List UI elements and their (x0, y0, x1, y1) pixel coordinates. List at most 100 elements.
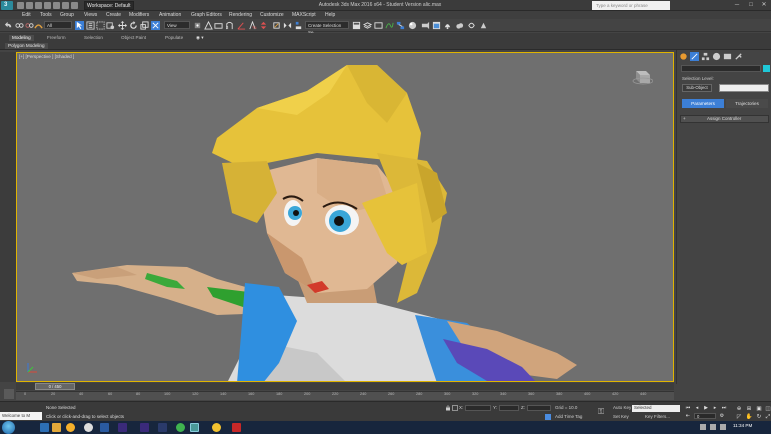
display-tab-icon[interactable] (723, 52, 732, 61)
menu-edit[interactable]: Edit (22, 11, 31, 19)
menu-views[interactable]: Views (84, 11, 97, 19)
viewport-label[interactable]: [+] [Perspective ] [Shaded ] (19, 54, 74, 59)
menu-modifiers[interactable]: Modifiers (129, 11, 149, 19)
parameters-button[interactable]: Parameters (682, 99, 724, 108)
menu-rendering[interactable]: Rendering (229, 11, 252, 19)
reference-coordinate-dropdown[interactable]: View (164, 21, 190, 29)
trajectories-button[interactable]: Trajectories (726, 99, 768, 108)
render-iterative-icon[interactable] (467, 21, 476, 30)
taskbar-app-icon[interactable] (100, 423, 109, 432)
object-color-swatch[interactable] (763, 65, 770, 72)
menu-group[interactable]: Group (60, 11, 74, 19)
menu-tools[interactable]: Tools (40, 11, 52, 19)
ribbon-tab-freeform[interactable]: Freeform (47, 35, 66, 41)
link-icon[interactable] (15, 21, 24, 30)
object-name-field[interactable] (681, 65, 761, 72)
create-tab-icon[interactable] (679, 52, 688, 61)
ribbon-tab-modeling[interactable]: Modeling (9, 35, 34, 41)
current-frame-field[interactable]: 0 (694, 413, 716, 419)
taskbar-3dsmax-icon[interactable] (190, 423, 199, 432)
rendered-frame-window-icon[interactable] (432, 21, 441, 30)
play-icon[interactable]: ▶ (702, 405, 710, 412)
taskbar-app2-icon[interactable] (212, 423, 221, 432)
selection-filter-dropdown[interactable]: All (44, 21, 72, 29)
rectangular-selection-icon[interactable] (96, 21, 105, 30)
add-time-tag-icon[interactable] (545, 414, 551, 420)
redo-icon[interactable] (53, 2, 60, 9)
app-logo-icon[interactable]: 3 (1, 1, 13, 10)
select-object-icon[interactable] (75, 21, 84, 30)
material-editor-icon[interactable] (408, 21, 417, 30)
select-place-icon[interactable] (151, 21, 160, 30)
taskbar-ie-icon[interactable] (40, 423, 49, 432)
schematic-view-icon[interactable] (396, 21, 405, 30)
tray-network-icon[interactable] (700, 424, 706, 430)
workspace-dropdown[interactable]: Workspace: Default (84, 1, 134, 10)
menu-animation[interactable]: Animation (159, 11, 181, 19)
bind-space-warp-icon[interactable] (34, 21, 43, 30)
absolute-transform-icon[interactable] (452, 405, 458, 411)
render-setup-icon[interactable] (421, 21, 430, 30)
named-selection-set-dropdown[interactable]: Create Selection Se (305, 21, 349, 35)
utilities-tab-icon[interactable] (734, 52, 743, 61)
taskbar-premiere-icon[interactable] (118, 423, 127, 432)
close-button[interactable]: ✕ (758, 1, 770, 10)
tray-volume-icon[interactable] (710, 424, 716, 430)
hierarchy-tab-icon[interactable] (701, 52, 710, 61)
start-button-icon[interactable] (2, 421, 15, 434)
time-slider-thumb[interactable]: 0 / 450 (35, 383, 75, 390)
help-search-input[interactable]: Type a keyword or phrase (592, 1, 670, 10)
set-key-button[interactable]: Set Key (613, 414, 629, 419)
lock-selection-icon[interactable] (445, 405, 451, 411)
previous-frame-icon[interactable]: ◂ (693, 405, 701, 412)
y-coord-field[interactable] (499, 405, 519, 411)
unlink-icon[interactable] (25, 21, 34, 30)
sub-object-dropdown[interactable] (719, 84, 769, 92)
open-file-icon[interactable] (26, 2, 33, 9)
scale-icon[interactable] (140, 21, 149, 30)
toggle-scene-explorer-icon[interactable] (352, 21, 361, 30)
z-coord-field[interactable] (527, 405, 551, 411)
goto-end-icon[interactable]: ⏭ (720, 405, 728, 412)
quick-access-dropdown-icon[interactable] (71, 2, 78, 9)
a360-gallery-icon[interactable] (479, 21, 488, 30)
curve-editor-icon[interactable] (385, 21, 394, 30)
taskbar-utorrent-icon[interactable] (176, 423, 185, 432)
ribbon-tab-populate[interactable]: Populate (165, 35, 183, 41)
viewcube-icon[interactable] (631, 67, 653, 85)
key-selection-dropdown[interactable]: Selected (632, 405, 680, 412)
tray-flag-icon[interactable] (720, 424, 726, 430)
minimize-button[interactable]: ─ (731, 1, 743, 10)
pivot-center-icon[interactable] (193, 21, 202, 30)
render-production-icon[interactable] (443, 21, 452, 30)
keyboard-shortcut-override-icon[interactable] (214, 21, 223, 30)
angle-snap-icon[interactable] (237, 21, 246, 30)
next-frame-icon[interactable]: ▸ (711, 405, 719, 412)
taskbar-acrobat-icon[interactable] (232, 423, 241, 432)
snaps-toggle-icon[interactable]: 3 (225, 21, 234, 30)
menu-graph-editors[interactable]: Graph Editors (191, 11, 222, 19)
zoom-extents-all-icon[interactable]: ◫ (764, 405, 771, 413)
track-bar[interactable]: 0 20 40 60 80 100 120 140 160 180 200 22… (16, 391, 674, 400)
save-file-icon[interactable] (35, 2, 42, 9)
add-time-tag-button[interactable]: Add Time Tag (555, 414, 582, 419)
polygon-modeling-panel-label[interactable]: Polygon Modeling (5, 43, 48, 49)
field-of-view-icon[interactable]: ◸ (735, 413, 743, 421)
set-keys-icon[interactable]: ⚿ (598, 407, 604, 417)
menu-customize[interactable]: Customize (260, 11, 284, 19)
maximize-button[interactable]: □ (745, 1, 757, 10)
maxscript-listener-field[interactable]: Welcome to M (0, 412, 42, 420)
ribbon-tab-object-paint[interactable]: Object Paint (121, 35, 146, 41)
time-slider[interactable]: 0 / 450 (16, 383, 674, 390)
taskbar-firefox-icon[interactable] (66, 423, 75, 432)
assign-controller-rollout[interactable]: + Assign Controller (680, 115, 769, 123)
new-scene-icon[interactable] (17, 2, 24, 9)
taskbar-clock[interactable]: 11:34 PM (733, 423, 752, 428)
goto-start-icon[interactable]: ⏮ (684, 405, 692, 412)
zoom-icon[interactable]: ⊕ (735, 405, 743, 413)
move-icon[interactable] (118, 21, 127, 30)
undo-arrow-icon[interactable] (4, 21, 13, 30)
sub-object-button[interactable]: Sub-Object (682, 84, 712, 92)
ribbon-options-icon[interactable]: ◉ ▾ (196, 35, 204, 41)
menu-create[interactable]: Create (106, 11, 121, 19)
